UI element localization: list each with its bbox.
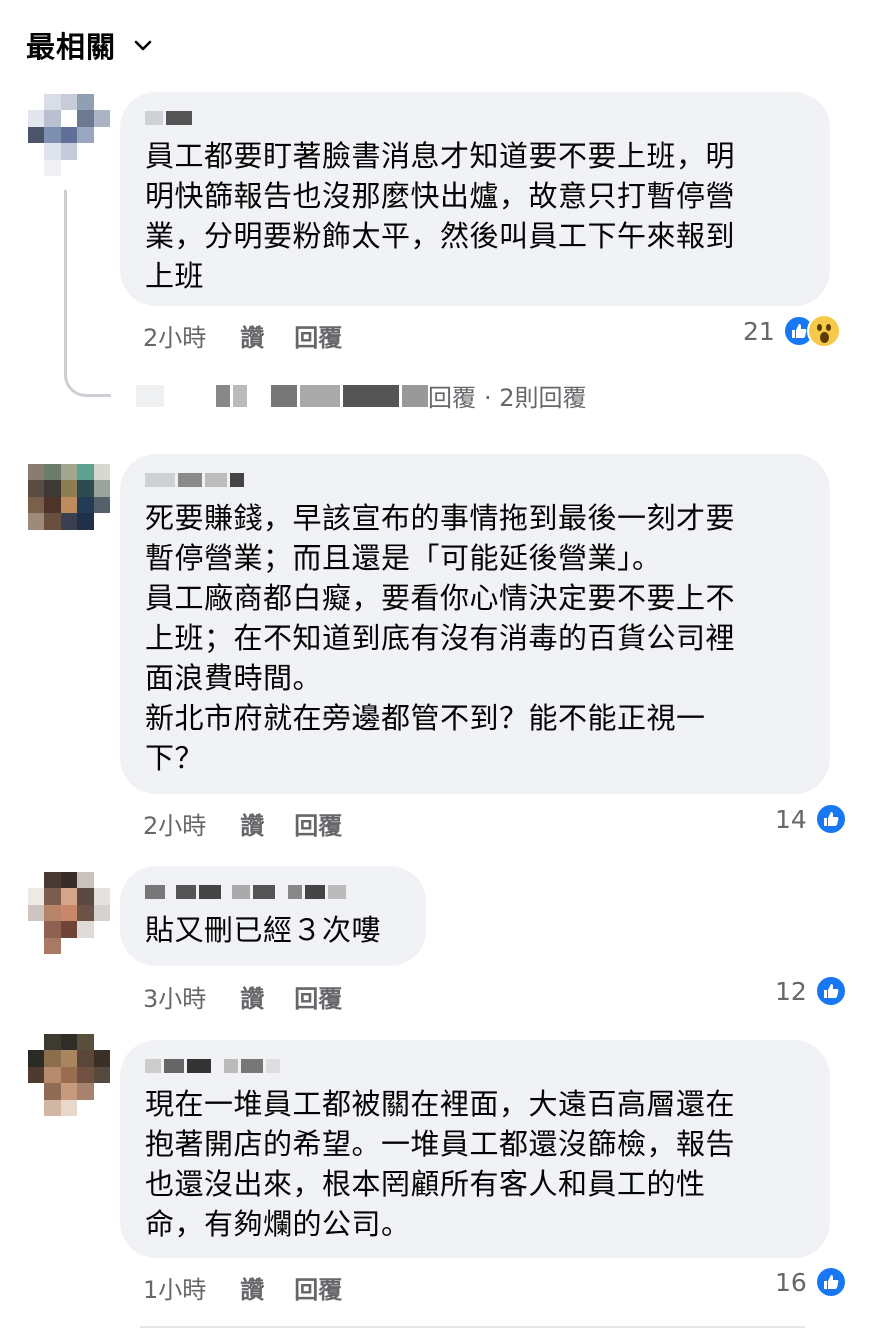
reaction-summary[interactable]: 14	[775, 803, 847, 835]
comment-text: 死要賺錢，早該宣布的事情拖到最後一刻才要 暫停營業；而且還是「可能延後營業」。 …	[145, 501, 736, 775]
reply-thread-line	[64, 190, 111, 397]
comment-text: 貼又刪已經３次嘍	[145, 913, 382, 947]
like-reaction-icon	[814, 803, 847, 835]
wow-reaction-icon	[806, 314, 841, 348]
reaction-count: 12	[775, 976, 807, 1006]
comment-time[interactable]: 1小時	[143, 1270, 206, 1305]
like-button[interactable]: 讚	[240, 318, 264, 353]
comment-bubble: 死要賺錢，早該宣布的事情拖到最後一刻才要 暫停營業；而且還是「可能延後營業」。 …	[120, 454, 830, 794]
reaction-count: 21	[743, 316, 775, 346]
avatar[interactable]	[28, 872, 110, 954]
like-button[interactable]: 讚	[240, 1270, 264, 1305]
comment-text: 現在一堆員工都被關在裡面，大遠百高層還在 抱著開店的希望。一堆員工都還沒篩檢，報…	[145, 1087, 736, 1241]
reaction-count: 14	[775, 804, 807, 834]
reply-button[interactable]: 回覆	[294, 979, 342, 1014]
commenter-name-redacted[interactable]	[145, 880, 401, 904]
reply-button[interactable]: 回覆	[294, 1270, 342, 1305]
comment-text: 員工都要盯著臉書消息才知道要不要上班，明 明快篩報告也沒那麼快出爐，故意只打暫停…	[145, 139, 736, 293]
chevron-down-icon	[134, 40, 152, 51]
sort-dropdown[interactable]: 最相關	[26, 24, 154, 66]
reply-count: · 2則回覆	[484, 384, 587, 412]
commenter-name-redacted[interactable]	[145, 468, 805, 492]
like-button[interactable]: 讚	[240, 979, 264, 1014]
reply-button[interactable]: 回覆	[294, 318, 342, 353]
reaction-summary[interactable]: 12	[775, 975, 847, 1007]
next-comment-edge	[140, 1326, 805, 1328]
view-replies-link[interactable]: 回覆 · 2則回覆	[136, 378, 587, 413]
avatar[interactable]	[28, 464, 110, 546]
like-reaction-icon	[814, 1266, 847, 1298]
sort-label: 最相關	[26, 30, 117, 64]
reply-action-label: 回覆	[428, 384, 476, 412]
reaction-count: 16	[775, 1267, 807, 1297]
comment-bubble: 員工都要盯著臉書消息才知道要不要上班，明 明快篩報告也沒那麼快出爐，故意只打暫停…	[120, 92, 830, 306]
comment-time[interactable]: 2小時	[143, 318, 206, 353]
commenter-name-redacted[interactable]	[145, 106, 805, 130]
comment-time[interactable]: 2小時	[143, 806, 206, 841]
reply-button[interactable]: 回覆	[294, 806, 342, 841]
avatar[interactable]	[28, 1034, 110, 1116]
reaction-summary[interactable]: 16	[775, 1266, 847, 1298]
reaction-summary[interactable]: 21	[743, 314, 841, 348]
comment-bubble: 貼又刪已經３次嘍	[120, 866, 426, 966]
like-reaction-icon	[814, 975, 847, 1007]
avatar[interactable]	[28, 94, 110, 176]
comment-bubble: 現在一堆員工都被關在裡面，大遠百高層還在 抱著開店的希望。一堆員工都還沒篩檢，報…	[120, 1040, 830, 1258]
like-button[interactable]: 讚	[240, 806, 264, 841]
comment-time[interactable]: 3小時	[143, 979, 206, 1014]
commenter-name-redacted[interactable]	[145, 1054, 805, 1078]
